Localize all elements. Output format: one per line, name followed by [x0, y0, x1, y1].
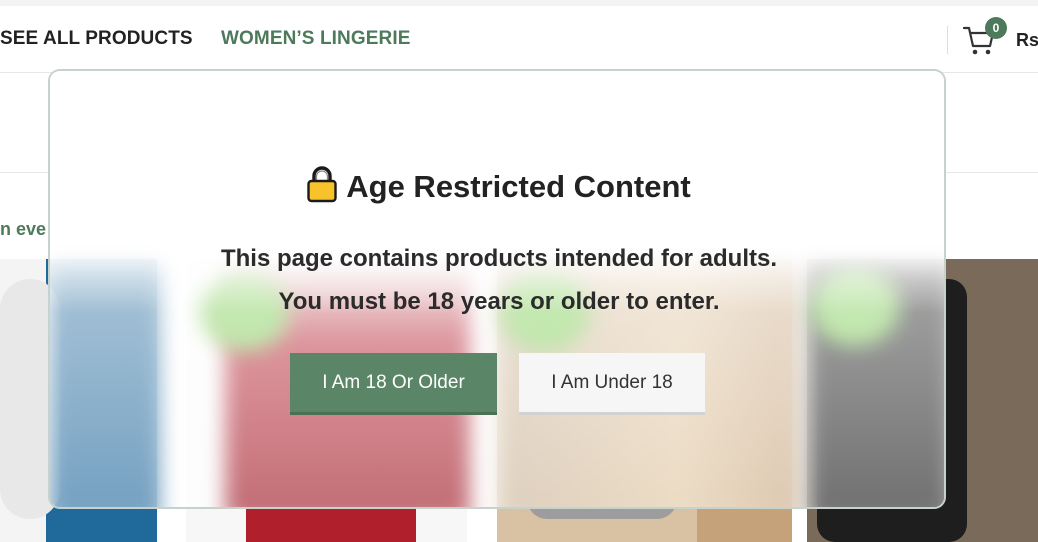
- cart-count-badge: 0: [985, 17, 1007, 39]
- nav-divider: [947, 26, 948, 54]
- modal-title: Age Restricted Content: [346, 169, 691, 204]
- promo-text: n eve: [0, 219, 47, 239]
- age-verification-modal: Age Restricted Content This page contain…: [48, 69, 946, 509]
- modal-message-line-2: You must be 18 years or older to enter.: [278, 288, 720, 315]
- deny-age-button[interactable]: I Am Under 18: [519, 353, 705, 415]
- modal-title-row: Age Restricted Content: [50, 165, 944, 205]
- nav-link-womens-lingerie[interactable]: WOMEN’S LINGERIE: [221, 28, 411, 50]
- navbar: SEE ALL PRODUCTS WOMEN’S LINGERIE 0 Rs: [0, 6, 1038, 73]
- confirm-age-button[interactable]: I Am 18 Or Older: [290, 353, 497, 415]
- modal-content: Age Restricted Content This page contain…: [50, 71, 944, 507]
- modal-message-line-1: This page contains products intended for…: [220, 245, 778, 272]
- cart-total-currency[interactable]: Rs: [1016, 30, 1038, 51]
- nav-link-see-all-products[interactable]: SEE ALL PRODUCTS: [0, 28, 193, 50]
- lock-icon: [307, 166, 337, 203]
